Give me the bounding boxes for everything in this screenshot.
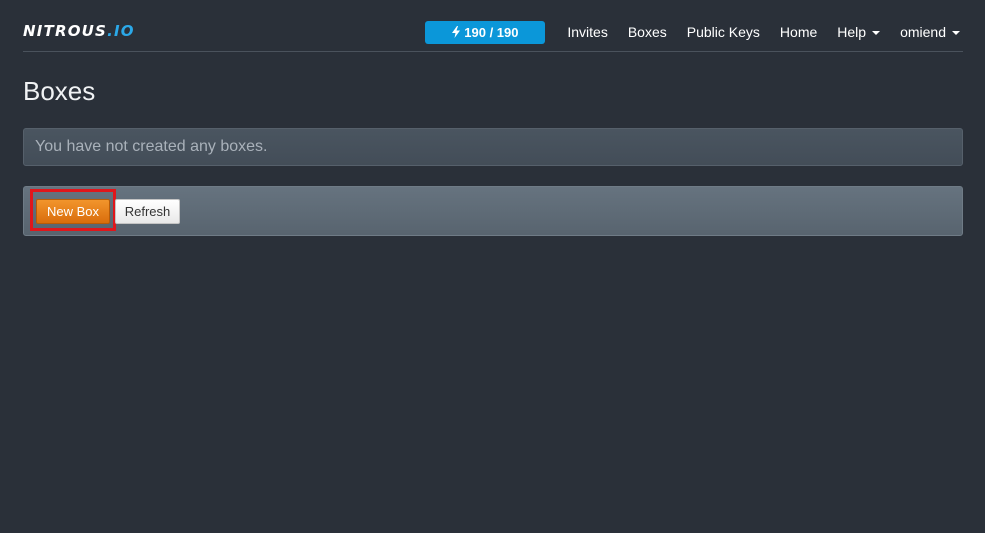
- bolt-icon: [452, 26, 461, 38]
- nav-help-dropdown[interactable]: Help: [827, 20, 890, 44]
- refresh-button[interactable]: Refresh: [115, 199, 180, 224]
- energy-count: 190 / 190: [464, 24, 519, 40]
- energy-badge[interactable]: 190 / 190: [425, 20, 546, 44]
- nav-public-keys-link[interactable]: Public Keys: [677, 20, 770, 44]
- nav-invites-link[interactable]: Invites: [557, 20, 617, 44]
- nav-menu: 190 / 190 Invites Boxes Public Keys Home…: [425, 20, 963, 44]
- brand-name-tld: IO: [113, 22, 135, 40]
- top-navbar: NITROUS.IO 190 / 190 Invites Boxes Publi…: [23, 0, 963, 52]
- nav-help-label: Help: [837, 24, 867, 40]
- empty-state-alert: You have not created any boxes.: [23, 128, 963, 166]
- brand-name-dot: .: [107, 22, 114, 40]
- page-title: Boxes: [23, 76, 96, 106]
- nav-boxes-link[interactable]: Boxes: [618, 20, 677, 44]
- nav-user-label: omiend: [900, 24, 946, 40]
- caret-down-icon: [952, 31, 960, 35]
- empty-state-message: You have not created any boxes.: [35, 138, 268, 155]
- brand-name-main: NITROUS: [23, 22, 108, 40]
- nav-home-link[interactable]: Home: [770, 20, 827, 44]
- nav-user-dropdown[interactable]: omiend: [890, 20, 963, 44]
- box-actions-toolbar: New Box Refresh: [23, 186, 963, 236]
- caret-down-icon: [872, 31, 881, 35]
- brand-logo[interactable]: NITROUS.IO: [23, 21, 135, 41]
- page: NITROUS.IO 190 / 190 Invites Boxes Publi…: [0, 0, 985, 533]
- new-box-button[interactable]: New Box: [36, 199, 110, 224]
